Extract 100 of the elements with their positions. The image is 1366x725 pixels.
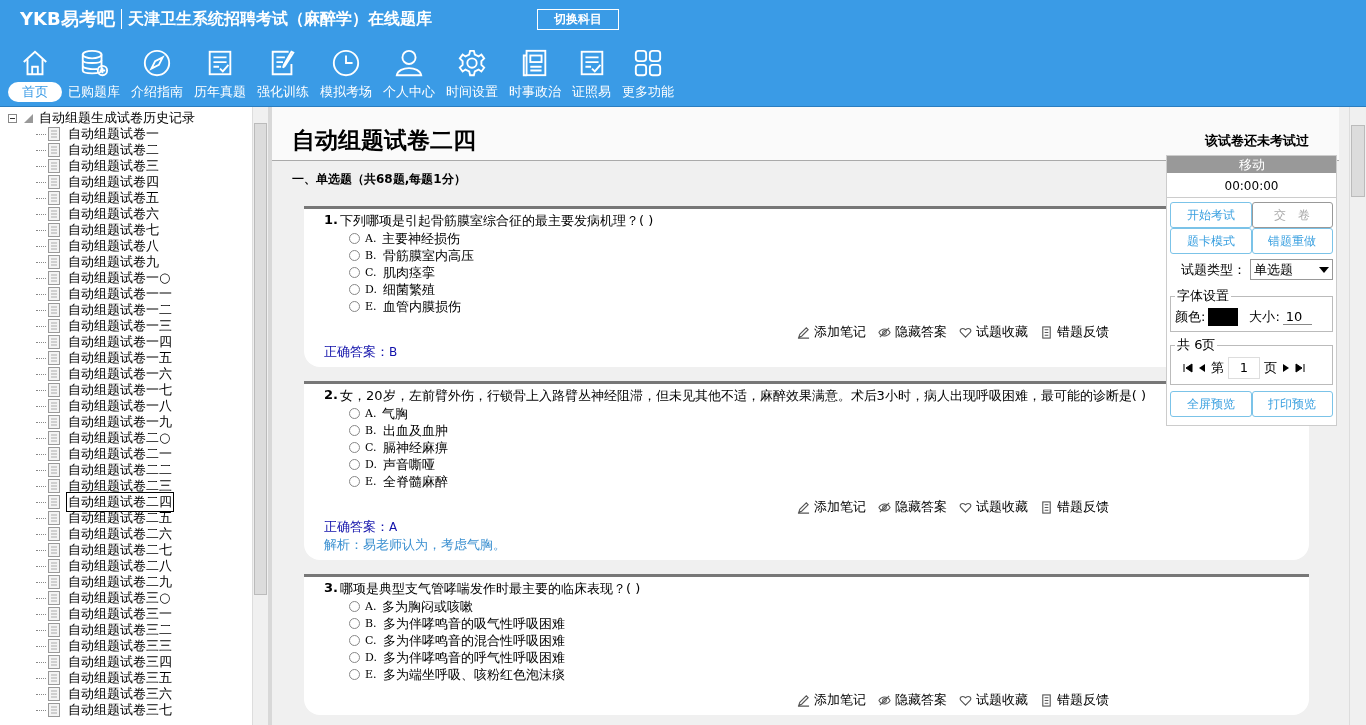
question-type-select[interactable]: 单选题 [1250,259,1333,280]
document-icon [48,623,60,637]
document-icon [48,143,60,157]
document-icon [48,223,60,237]
radio-button[interactable] [349,618,360,629]
action-link[interactable]: 试题收藏 [976,498,1028,516]
document-icon [48,591,60,605]
database-icon[interactable] [79,48,109,78]
question-number: 1. [324,212,338,229]
action-link[interactable]: 错题反馈 [1057,691,1109,709]
exam-status: 该试卷还未考试过 [1205,132,1309,150]
option-letter: B. [365,249,377,262]
tree-item[interactable]: 自动组题试卷二四 [66,492,174,512]
radio-button[interactable] [349,601,360,612]
option-letter: B. [365,424,377,437]
heart-icon[interactable] [959,500,972,514]
document-icon [48,543,60,557]
option-letter: E. [365,475,377,488]
last-page-icon[interactable] [1295,363,1305,373]
radio-button[interactable] [349,267,360,278]
book-icon[interactable] [1040,693,1053,707]
scrollbar[interactable] [252,107,268,725]
radio-button[interactable] [349,635,360,646]
action-link[interactable]: 添加笔记 [814,691,866,709]
document-icon [48,383,60,397]
size-label: 大小: [1249,308,1280,326]
page-number-field[interactable]: 1 [1228,357,1260,379]
document-icon [48,559,60,573]
document-icon [48,639,60,653]
previous-page-icon[interactable] [1197,363,1207,373]
document-icon [48,351,60,365]
option-text: 多为端坐呼吸、咳粉红色泡沫痰 [382,665,565,684]
action-link[interactable]: 试题收藏 [976,323,1028,341]
document-icon [48,255,60,269]
radio-button[interactable] [349,233,360,244]
book-icon[interactable] [1040,500,1053,514]
option-text: 出血及血肿 [382,421,448,440]
document-icon [48,527,60,541]
question-number: 2. [324,387,338,404]
option-letter: C. [365,266,377,279]
collapse-toggle-icon[interactable] [8,113,17,123]
pencil-icon[interactable] [797,693,810,707]
next-page-icon[interactable] [1281,363,1291,373]
action-link[interactable]: 隐藏答案 [895,691,947,709]
eye-icon[interactable] [878,693,891,707]
document-icon [48,207,60,221]
app-title: 天津卫生系统招聘考试（麻醉学）在线题库 [127,8,432,30]
option-letter: A. [365,407,377,420]
color-swatch[interactable] [1208,308,1239,326]
radio-button[interactable] [349,301,360,312]
heart-icon[interactable] [959,325,972,339]
gear-icon[interactable] [457,48,487,78]
document-icon [48,367,60,381]
eye-icon[interactable] [878,325,891,339]
radio-button[interactable] [349,408,360,419]
pencil-icon[interactable] [797,500,810,514]
action-link[interactable]: 添加笔记 [814,498,866,516]
page-count-legend: 共 6页 [1175,336,1218,354]
document-icon [48,479,60,493]
radio-button[interactable] [349,425,360,436]
option-text: 主要神经损伤 [382,229,461,248]
action-link[interactable]: 隐藏答案 [895,498,947,516]
option-text: 气胸 [382,404,409,423]
action-link[interactable]: 错题反馈 [1057,498,1109,516]
radio-button[interactable] [349,459,360,470]
option-text: 全脊髓麻醉 [382,472,448,491]
scrollbar[interactable] [1349,107,1366,725]
action-link[interactable]: 添加笔记 [814,323,866,341]
radio-button[interactable] [349,442,360,453]
option-text: 多为伴哮鸣音的混合性呼吸困难 [382,631,565,650]
first-page-icon[interactable] [1183,363,1193,373]
action-link[interactable]: 错题反馈 [1057,323,1109,341]
radio-button[interactable] [349,669,360,680]
book-icon[interactable] [1040,325,1053,339]
page-prefix: 第 [1211,359,1224,377]
document-icon [48,607,60,621]
person-icon[interactable] [394,48,424,78]
heart-icon[interactable] [959,693,972,707]
clock-icon[interactable] [331,48,361,78]
grid-icon[interactable] [633,48,663,78]
compass-icon[interactable] [142,48,172,78]
radio-button[interactable] [349,476,360,487]
document-icon [48,495,60,509]
document-icon [48,703,60,717]
eye-icon[interactable] [878,500,891,514]
document-icon [48,239,60,253]
radio-button[interactable] [349,250,360,261]
tree-root-label[interactable]: 自动组题生成试卷历史记录 [39,109,195,127]
radio-button[interactable] [349,284,360,295]
action-link[interactable]: 试题收藏 [976,691,1028,709]
action-link[interactable]: 隐藏答案 [895,323,947,341]
document-icon [48,175,60,189]
option-text: 肌肉痉挛 [382,263,435,282]
document-icon [48,511,60,525]
font-size-field[interactable]: 10 [1282,309,1312,325]
radio-button[interactable] [349,652,360,663]
home-icon[interactable] [20,48,50,78]
document-icon [48,399,60,413]
option-text: 细菌繁殖 [382,280,435,299]
pencil-icon[interactable] [797,325,810,339]
